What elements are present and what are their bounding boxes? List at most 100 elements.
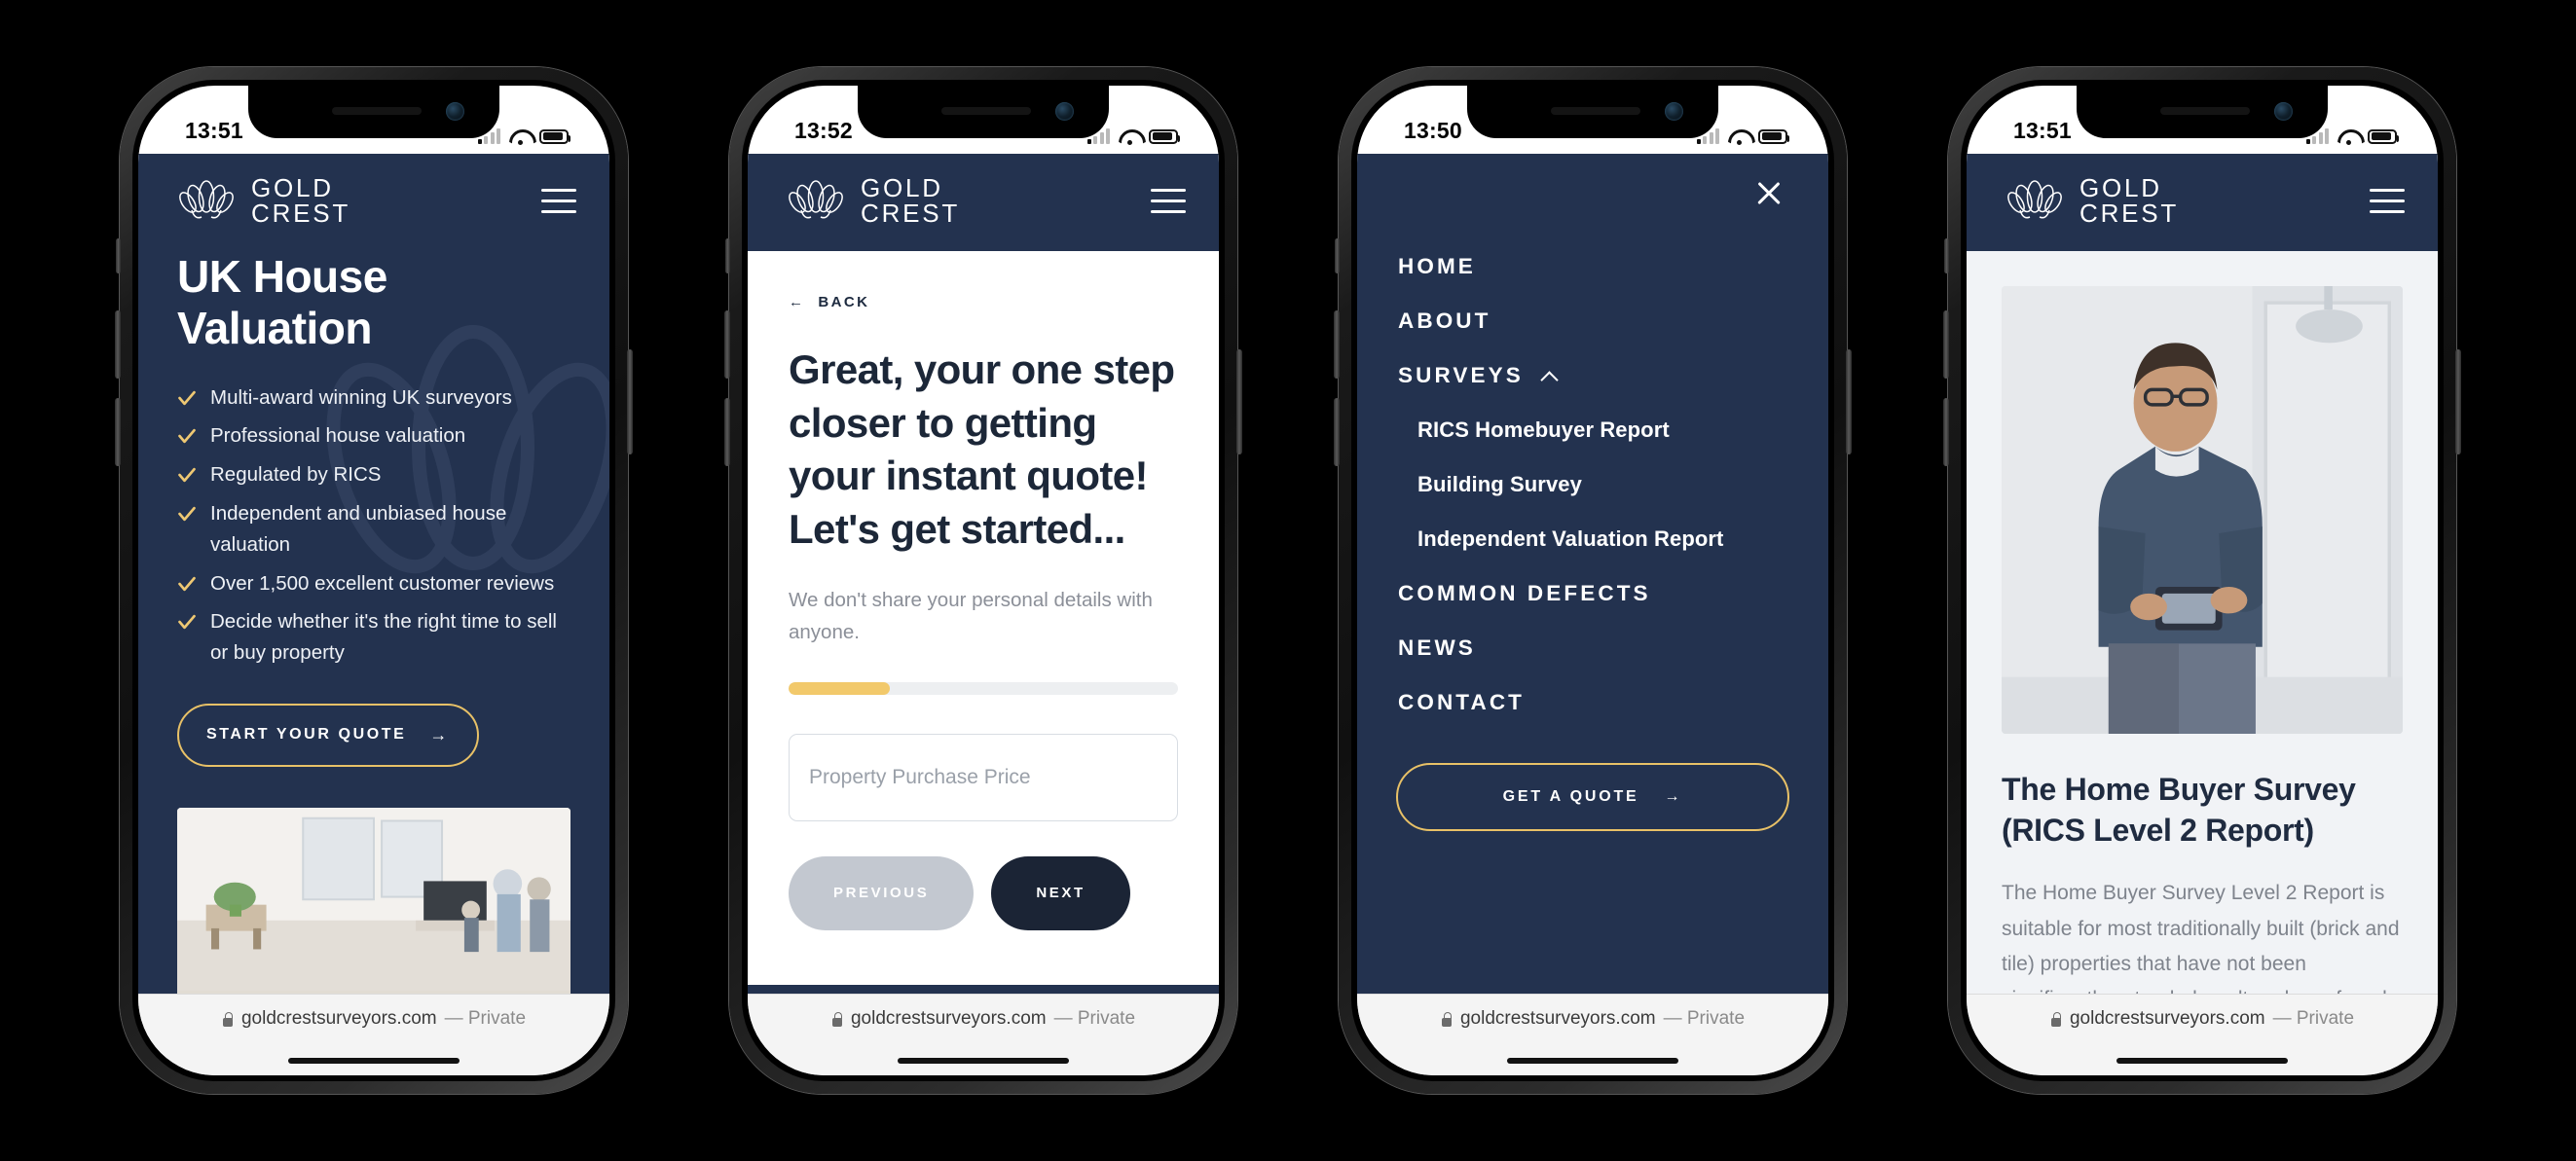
nav-item-news[interactable]: NEWS <box>1396 621 1789 675</box>
cellular-bars-icon <box>477 128 500 144</box>
wifi-icon <box>1119 128 1140 145</box>
url-display[interactable]: goldcrestsurveyors.com — Private <box>831 1008 1135 1030</box>
cta-label: GET A QUOTE <box>1502 788 1639 805</box>
battery-icon <box>1758 128 1789 144</box>
hero-photo <box>177 807 570 994</box>
wifi-icon <box>509 128 531 145</box>
article-photo <box>2002 286 2403 734</box>
status-time: 13:52 <box>794 118 853 143</box>
phone-bezel: 13:51 <box>132 80 615 1081</box>
silent-switch[interactable] <box>116 238 121 273</box>
brand-line-2: CREST <box>2079 199 2180 228</box>
url-display[interactable]: goldcrestsurveyors.com — Private <box>222 1008 526 1030</box>
quote-subtext: We don't share your personal details wit… <box>789 589 1153 644</box>
url-domain: goldcrestsurveyors.com <box>240 1008 437 1029</box>
nav-item-surveys[interactable]: SURVEYS <box>1396 348 1789 403</box>
power-button[interactable] <box>2455 349 2461 454</box>
phone-screen: 13:51 <box>1967 86 2438 1075</box>
property-price-field[interactable] <box>789 733 1178 821</box>
volume-up-button[interactable] <box>724 310 730 379</box>
nav-label: ABOUT <box>1398 308 1491 333</box>
benefit-text: Decide whether it's the right time to se… <box>210 610 557 665</box>
cellular-bars-icon <box>1696 128 1719 144</box>
nav-item-common-defects[interactable]: COMMON DEFECTS <box>1396 566 1789 621</box>
nav-item-rics-homebuyer-report[interactable]: RICS Homebuyer Report <box>1396 403 1789 457</box>
list-item: Independent and unbiased house valuation <box>177 498 570 561</box>
brand-logo[interactable]: GOLD CREST <box>787 175 960 226</box>
power-button[interactable] <box>1236 349 1242 454</box>
nav-item-home[interactable]: HOME <box>1396 239 1789 294</box>
benefit-text: Over 1,500 excellent customer reviews <box>210 571 555 595</box>
nav-label: CONTACT <box>1398 690 1526 714</box>
benefit-text: Regulated by RICS <box>210 463 382 487</box>
close-icon[interactable] <box>1752 177 1785 210</box>
phone-3-nav-menu: 13:50 HOME ABOUT SURVEYS RICS Homebuyer … <box>1334 67 1852 1094</box>
site-header: GOLD CREST <box>138 154 609 251</box>
status-icons <box>1696 128 1789 145</box>
nav-item-about[interactable]: ABOUT <box>1396 294 1789 348</box>
volume-down-button[interactable] <box>115 398 121 466</box>
nav-label: NEWS <box>1398 635 1476 660</box>
volume-down-button[interactable] <box>724 398 730 466</box>
private-label: — Private <box>1663 1008 1746 1029</box>
url-domain: goldcrestsurveyors.com <box>1459 1008 1656 1029</box>
nav-item-independent-valuation-report[interactable]: Independent Valuation Report <box>1396 512 1789 566</box>
nav-label: HOME <box>1398 254 1476 278</box>
silent-switch[interactable] <box>1335 238 1340 273</box>
mobile-nav-overlay: HOME ABOUT SURVEYS RICS Homebuyer Report… <box>1357 154 1828 994</box>
volume-up-button[interactable] <box>115 310 121 379</box>
chevron-up-icon <box>1541 368 1557 383</box>
url-display[interactable]: goldcrestsurveyors.com — Private <box>2050 1008 2354 1030</box>
next-button[interactable]: NEXT <box>991 855 1130 930</box>
lock-icon <box>831 1011 843 1027</box>
property-price-input[interactable] <box>809 765 1158 789</box>
nav-item-contact[interactable]: CONTACT <box>1396 675 1789 730</box>
list-item: Multi-award winning UK surveyors <box>177 382 570 414</box>
silent-switch[interactable] <box>725 238 730 273</box>
home-indicator[interactable] <box>898 1058 1069 1064</box>
check-icon <box>178 576 196 591</box>
nav-label: SURVEYS <box>1398 363 1524 387</box>
hamburger-menu-icon[interactable] <box>2370 188 2405 213</box>
brand-wordmark: GOLD CREST <box>251 175 350 226</box>
home-indicator[interactable] <box>288 1058 460 1064</box>
phone-1-home: 13:51 GOLD CREST UK House Valuation Mult… <box>115 67 633 1094</box>
power-button[interactable] <box>1846 349 1852 454</box>
safari-bottom-bar[interactable]: goldcrestsurveyors.com — Private <box>748 994 1219 1075</box>
safari-bottom-bar[interactable]: goldcrestsurveyors.com — Private <box>1967 994 2438 1075</box>
article-body: The Home Buyer Survey Level 2 Report is … <box>2002 882 2400 994</box>
hamburger-menu-icon[interactable] <box>1151 188 1186 213</box>
previous-button[interactable]: PREVIOUS <box>789 855 975 930</box>
status-time: 13:51 <box>2013 118 2072 143</box>
home-indicator[interactable] <box>1507 1058 1678 1064</box>
home-indicator[interactable] <box>2116 1058 2288 1064</box>
check-icon <box>178 429 196 444</box>
brand-logo[interactable]: GOLD CREST <box>177 175 350 226</box>
get-a-quote-button[interactable]: GET A QUOTE → <box>1396 763 1789 831</box>
list-item: Decide whether it's the right time to se… <box>177 606 570 669</box>
status-time: 13:51 <box>185 118 243 143</box>
volume-down-button[interactable] <box>1943 398 1949 466</box>
volume-down-button[interactable] <box>1334 398 1340 466</box>
brand-line-1: GOLD <box>861 173 943 202</box>
url-display[interactable]: goldcrestsurveyors.com — Private <box>1441 1008 1745 1030</box>
list-item: Regulated by RICS <box>177 459 570 490</box>
start-your-quote-button[interactable]: START YOUR QUOTE → <box>177 703 479 767</box>
safari-bottom-bar[interactable]: goldcrestsurveyors.com — Private <box>138 994 609 1075</box>
article-section: The Home Buyer Survey (RICS Level 2 Repo… <box>1967 251 2438 994</box>
silent-switch[interactable] <box>1944 238 1949 273</box>
brand-line-1: GOLD <box>251 173 334 202</box>
cellular-bars-icon <box>1086 128 1110 144</box>
volume-up-button[interactable] <box>1334 310 1340 379</box>
hamburger-menu-icon[interactable] <box>541 188 576 213</box>
goldcrest-lotus-logo-icon <box>2007 180 2062 219</box>
private-label: — Private <box>1053 1008 1136 1029</box>
volume-up-button[interactable] <box>1943 310 1949 379</box>
nav-item-building-survey[interactable]: Building Survey <box>1396 457 1789 512</box>
back-button[interactable]: ← BACK <box>789 294 1178 310</box>
list-item: Over 1,500 excellent customer reviews <box>177 568 570 599</box>
safari-bottom-bar[interactable]: goldcrestsurveyors.com — Private <box>1357 994 1828 1075</box>
power-button[interactable] <box>627 349 633 454</box>
phone-screen: 13:50 HOME ABOUT SURVEYS RICS Homebuyer … <box>1357 86 1828 1075</box>
brand-logo[interactable]: GOLD CREST <box>2006 175 2179 226</box>
